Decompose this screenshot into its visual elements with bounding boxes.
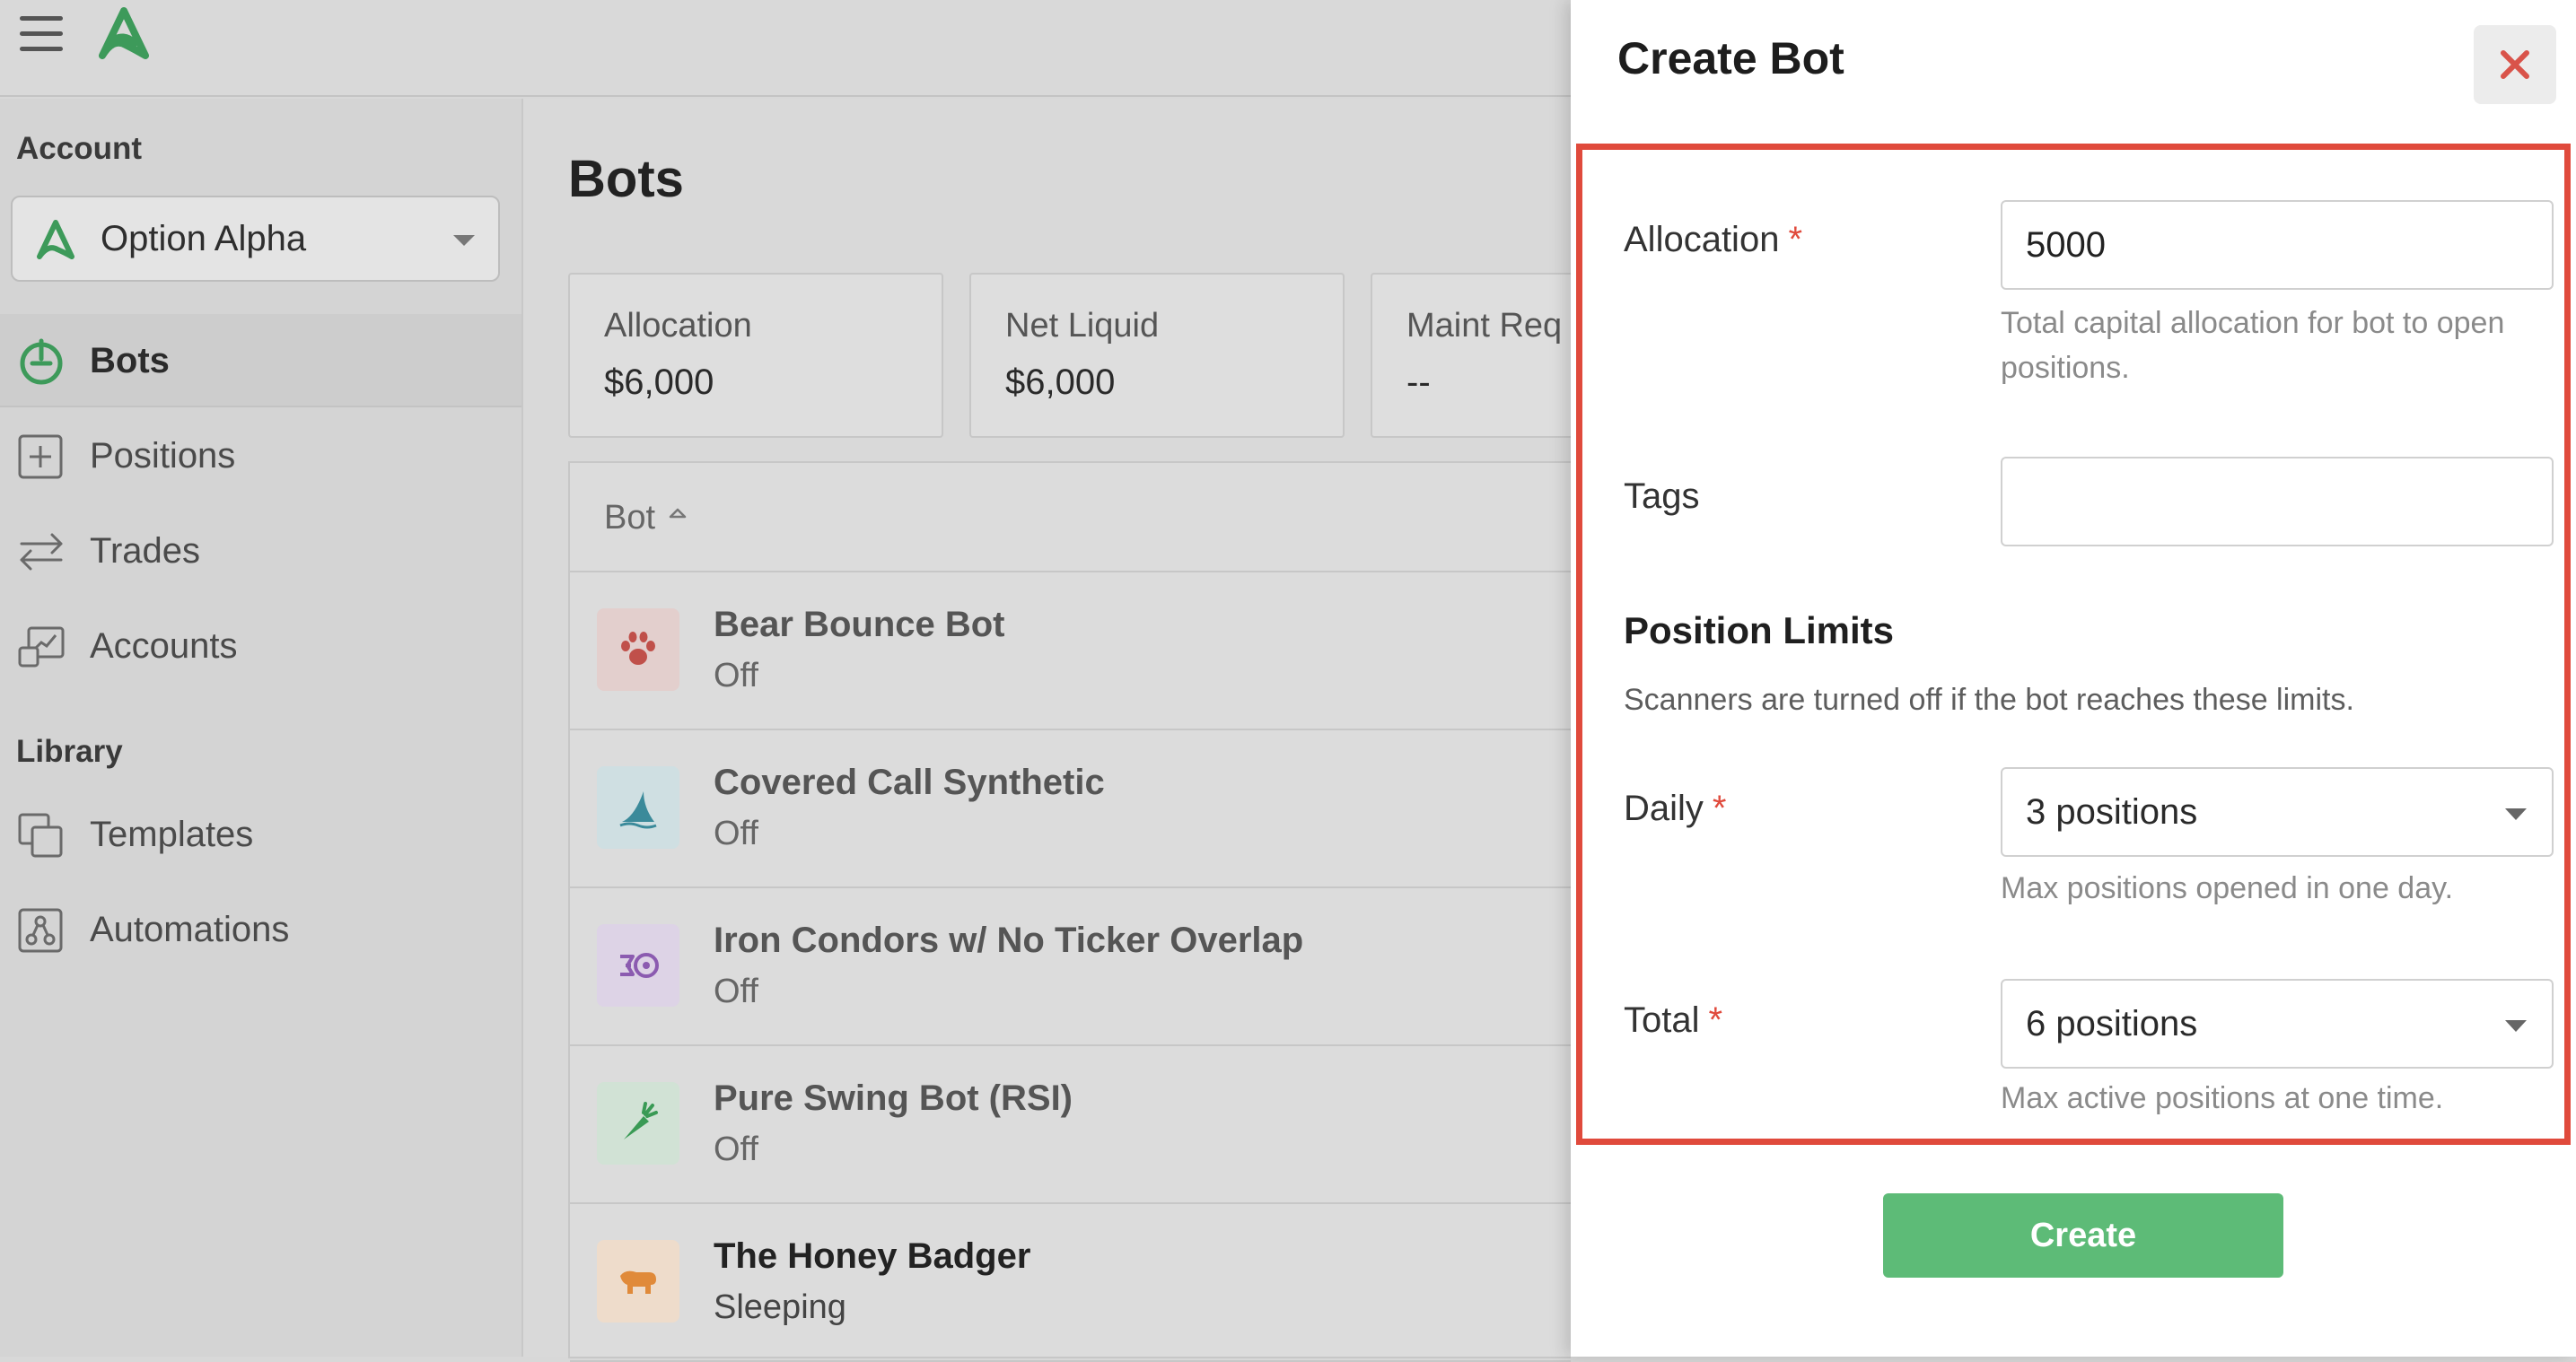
account-select[interactable]: Option Alpha [11,196,500,282]
create-bot-drawer: Create Bot Allocation* Total capital all… [1571,0,2576,1357]
sort-up-icon[interactable] [667,502,688,524]
bot-name: Pure Swing Bot (RSI) [714,1078,1073,1118]
sidebar-item-bots[interactable]: Bots [0,314,521,407]
main-content: Bots Allocation $6,000 Net Liquid $6,000… [523,99,1586,1362]
bot-avatar [597,608,679,691]
bot-avatar [597,766,679,849]
required-mark: * [1712,789,1727,828]
trades-arrows-icon [20,533,63,571]
create-bot-form: Allocation* Total capital allocation for… [1576,144,2571,1145]
sidebar-item-label: Templates [90,815,254,854]
stat-label: Net Liquid [1005,307,1160,345]
position-limits-subtitle: Scanners are turned off if the bot reach… [1624,683,2354,717]
bot-avatar [597,1240,679,1323]
page-title: Bots [568,150,684,208]
top-bar [0,0,1571,97]
stat-value: -- [1406,362,1431,402]
daily-label-text: Daily [1624,789,1704,828]
library-section-label: Library [16,734,123,769]
total-label-text: Total [1624,1000,1700,1040]
automations-nodes-icon [18,908,63,953]
shark-fin-icon [619,791,657,829]
tags-label-text: Tags [1624,476,1700,516]
sidebar-item-label: Trades [90,531,201,571]
bot-avatar [597,1082,679,1165]
table-row[interactable]: Pure Swing Bot (RSI) Off [570,1046,1571,1204]
badger-icon [620,1270,656,1294]
stat-value: $6,000 [604,362,714,402]
stat-value: $6,000 [1005,362,1116,402]
bot-avatar [597,924,679,1007]
total-helper: Max active positions at one time. [2001,1081,2444,1115]
sidebar-item-label: Automations [90,910,290,949]
bot-status: Off [714,973,758,1010]
bot-status: Sleeping [714,1288,846,1326]
bot-name: Iron Condors w/ No Ticker Overlap [714,921,1304,960]
total-limit-value: 6 positions [2026,1004,2198,1043]
tags-label: Tags [1624,476,1700,517]
sidebar-item-trades[interactable]: Trades [0,504,521,598]
table-row[interactable]: Bear Bounce Bot Off [570,572,1571,730]
allocation-label: Allocation * [1624,220,1802,260]
daily-helper: Max positions opened in one day. [2001,871,2454,905]
carrot-icon [624,1102,658,1139]
chevron-down-icon [453,235,475,246]
required-mark: * [1708,1000,1723,1040]
stat-card-allocation: Allocation $6,000 [568,273,943,438]
bots-table: Bot Bear Bounce Bot Off Covered Call Syn… [568,461,1571,1362]
daily-limit-select[interactable]: 3 positions [2001,767,2554,857]
plus-square-icon [18,434,63,479]
daily-limit-value: 3 positions [2026,792,2198,832]
bot-name: Covered Call Synthetic [714,763,1105,802]
account-section-label: Account [16,131,142,166]
table-row[interactable]: Iron Condors w/ No Ticker Overlap Off [570,888,1571,1046]
accounts-chart-icon [18,626,65,668]
sidebar-item-label: Bots [90,341,170,380]
stat-label: Allocation [604,307,752,345]
sidebar-item-positions[interactable]: Positions [0,409,521,502]
account-select-value: Option Alpha [101,219,307,258]
sidebar-item-label: Accounts [90,626,238,666]
option-alpha-logo[interactable] [90,5,158,65]
required-mark: * [1788,220,1803,259]
sidebar-item-automations[interactable]: Automations [0,883,521,976]
allocation-input[interactable] [2001,200,2554,290]
stat-label: Maint Req [1406,307,1563,345]
table-row[interactable]: The Honey Badger Sleeping [570,1204,1571,1362]
chevron-down-icon [2505,1020,2527,1032]
paw-icon [621,632,655,665]
bot-status: Off [714,1131,758,1168]
stat-card-maint-req: Maint Req -- [1371,273,1586,438]
option-alpha-logo [37,220,74,259]
sidebar-item-templates[interactable]: Templates [0,788,521,881]
position-limits-title: Position Limits [1624,609,1895,651]
sidebar-item-accounts[interactable]: Accounts [0,599,521,693]
bot-status: Off [714,657,758,694]
allocation-label-text: Allocation [1624,220,1780,259]
drawer-title: Create Bot [1617,33,1844,83]
chevron-down-icon [2505,808,2527,820]
app-root: Account Option Alpha Bots Positions Trad… [0,0,2576,1362]
total-label: Total * [1624,1000,1722,1041]
bots-power-icon [20,338,63,385]
condor-icon [620,953,659,978]
sidebar: Account Option Alpha Bots Positions Trad… [0,99,523,1357]
close-x-icon [2501,50,2529,79]
create-button[interactable]: Create [1883,1193,2283,1278]
table-row[interactable]: Covered Call Synthetic Off [570,730,1571,888]
allocation-helper: Total capital allocation for bot to open… [2001,306,2505,385]
bot-status: Off [714,815,758,852]
column-header-bot[interactable]: Bot [604,499,655,537]
bot-name: The Honey Badger [714,1236,1031,1276]
bot-name: Bear Bounce Bot [714,605,1005,644]
hamburger-menu-icon[interactable] [20,16,63,54]
close-button[interactable] [2474,25,2556,104]
stat-card-net-liquid: Net Liquid $6,000 [969,273,1345,438]
templates-copy-icon [18,813,63,858]
daily-label: Daily * [1624,789,1726,829]
tags-input[interactable] [2001,457,2554,546]
sidebar-item-label: Positions [90,436,236,476]
table-header: Bot [570,463,1571,572]
total-limit-select[interactable]: 6 positions [2001,979,2554,1069]
